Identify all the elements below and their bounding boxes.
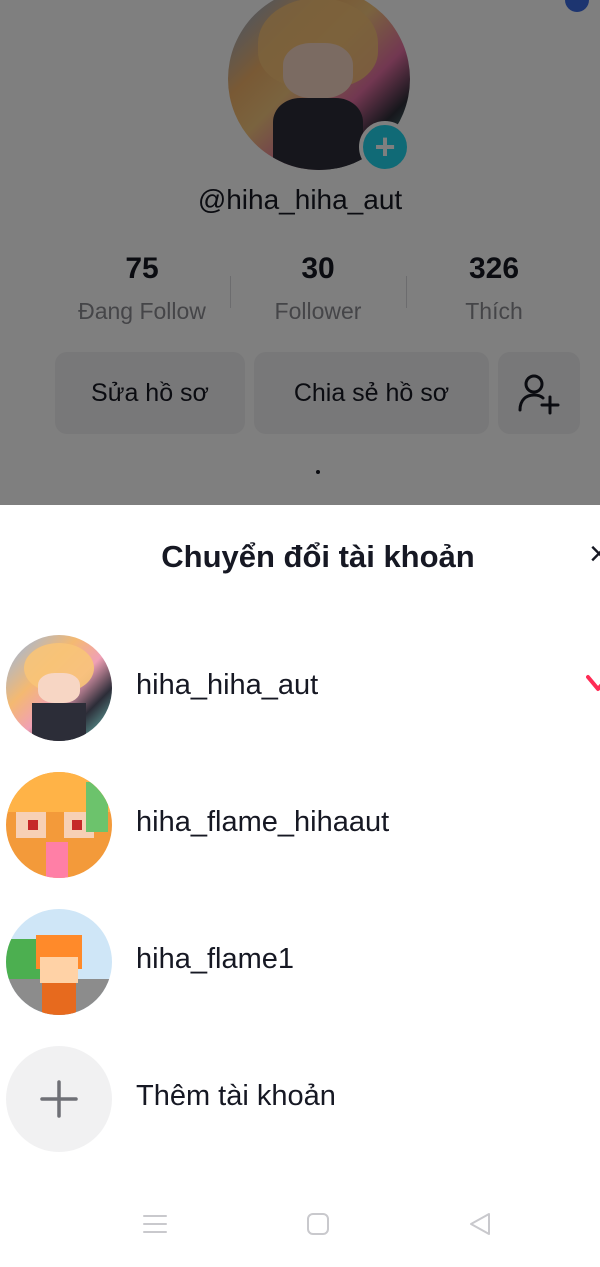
home-square-icon[interactable]: [305, 1211, 331, 1237]
switch-account-sheet: Chuyển đổi tài khoản × hiha_hiha_aut hih…: [0, 505, 600, 1267]
account-name: hiha_hiha_aut: [136, 669, 319, 701]
sheet-title: Chuyển đổi tài khoản: [161, 539, 475, 574]
avatar: [6, 772, 112, 878]
avatar: [6, 909, 112, 1015]
avatar: [6, 635, 112, 741]
add-account-row[interactable]: Thêm tài khoản: [0, 1046, 600, 1156]
add-account-avatar: [6, 1046, 112, 1152]
add-account-label: Thêm tài khoản: [136, 1080, 336, 1112]
modal-overlay[interactable]: [0, 0, 600, 505]
close-icon[interactable]: ×: [589, 537, 600, 571]
menu-icon[interactable]: [142, 1211, 168, 1237]
system-nav-bar: [0, 1195, 600, 1255]
account-row[interactable]: hiha_flame_hihaaut: [0, 772, 600, 882]
account-row[interactable]: hiha_hiha_aut: [0, 635, 600, 745]
checkmark-icon: [586, 675, 600, 691]
account-row[interactable]: hiha_flame1: [0, 909, 600, 1019]
account-name: hiha_flame_hihaaut: [136, 806, 390, 838]
account-name: hiha_flame1: [136, 943, 294, 975]
back-triangle-icon[interactable]: [467, 1211, 493, 1237]
plus-icon: [40, 1080, 78, 1118]
